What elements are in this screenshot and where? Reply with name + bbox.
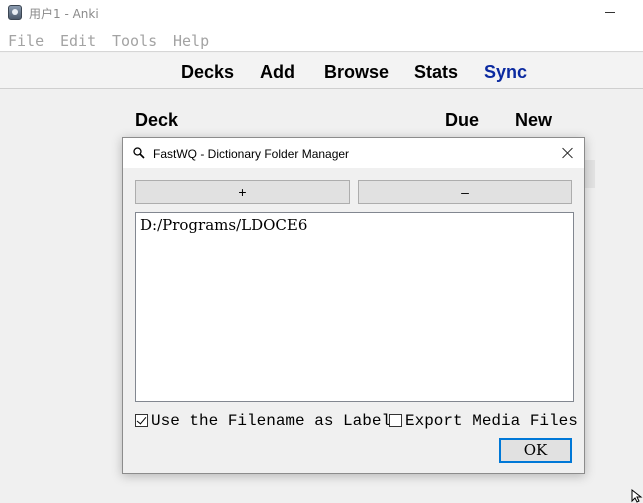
ok-button[interactable]: OK — [499, 438, 572, 463]
folder-manager-dialog: FastWQ - Dictionary Folder Manager + – D… — [122, 137, 585, 474]
minimize-button[interactable] — [592, 0, 628, 26]
menu-help[interactable]: Help — [173, 32, 209, 50]
cursor-icon — [631, 489, 643, 503]
menu-bar: File Edit Tools Help — [0, 26, 643, 52]
search-icon — [133, 147, 145, 159]
add-folder-button[interactable]: + — [135, 180, 350, 204]
dialog-title: FastWQ - Dictionary Folder Manager — [153, 147, 350, 161]
close-icon[interactable] — [555, 140, 581, 166]
menu-edit[interactable]: Edit — [60, 32, 96, 50]
deck-row-stripe — [585, 160, 595, 188]
use-filename-checkbox[interactable] — [135, 414, 148, 427]
export-media-checkbox[interactable] — [389, 414, 402, 427]
toolbar-browse-link[interactable]: Browse — [324, 62, 389, 83]
toolbar-stats-link[interactable]: Stats — [414, 62, 458, 83]
toolbar-add-link[interactable]: Add — [260, 62, 295, 83]
new-column-header: New — [515, 110, 553, 130]
toolbar-sync-link[interactable]: Sync — [484, 62, 527, 83]
use-filename-label-option[interactable]: Use the Filename as Label — [135, 412, 391, 430]
menu-tools[interactable]: Tools — [112, 32, 157, 50]
toolbar-decks-link[interactable]: Decks — [181, 62, 234, 83]
export-media-option[interactable]: Export Media Files — [389, 412, 578, 430]
folder-list[interactable]: D:/Programs/LDOCE6 — [135, 212, 574, 402]
anki-app-icon — [8, 5, 22, 20]
folder-list-item[interactable]: D:/Programs/LDOCE6 — [140, 216, 307, 234]
dialog-titlebar: FastWQ - Dictionary Folder Manager — [123, 138, 584, 168]
main-toolbar: Decks Add Browse Stats Sync — [0, 53, 643, 89]
use-filename-label: Use the Filename as Label — [151, 412, 392, 430]
due-column-header: Due — [445, 110, 480, 130]
window-title: 用户1 - Anki — [29, 7, 99, 21]
remove-folder-button[interactable]: – — [358, 180, 572, 204]
menu-file[interactable]: File — [8, 32, 44, 50]
deck-column-header: Deck — [135, 110, 179, 130]
main-titlebar: 用户1 - Anki — [0, 0, 643, 26]
export-media-label: Export Media Files — [405, 412, 578, 430]
